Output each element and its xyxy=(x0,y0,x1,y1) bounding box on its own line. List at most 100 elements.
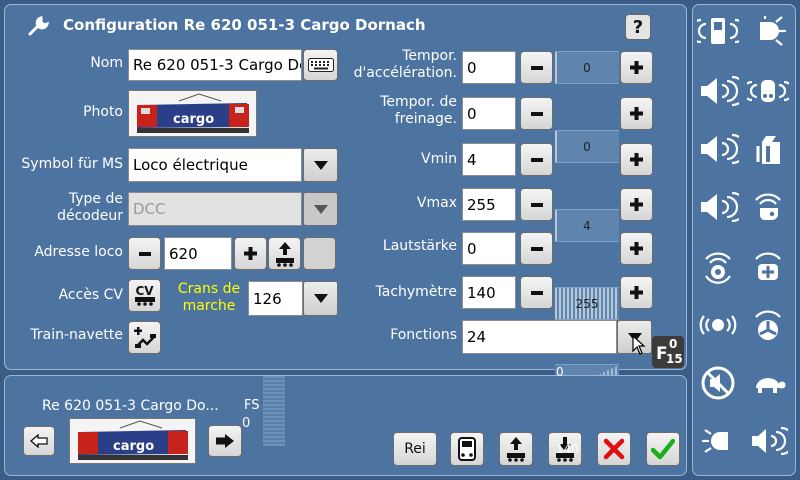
plus-icon xyxy=(630,286,643,299)
read-address-button[interactable] xyxy=(268,237,301,270)
function-button-f14[interactable] xyxy=(695,419,741,463)
tacho-increment-button[interactable] xyxy=(620,276,653,309)
close-icon xyxy=(603,438,625,460)
brake-field[interactable]: 0 xyxy=(462,97,516,130)
brake-decrement-button[interactable] xyxy=(520,97,553,130)
brake-increment-button[interactable] xyxy=(620,97,653,130)
keyboard-button[interactable] xyxy=(303,49,338,81)
function-button-f9[interactable] xyxy=(745,245,791,289)
vmin-slider[interactable]: 4 xyxy=(555,209,619,242)
locomotive-image: cargo xyxy=(70,419,195,463)
function-button-f8[interactable] xyxy=(695,245,741,289)
current-loco-photo[interactable]: cargo xyxy=(69,418,196,464)
shuttle-button[interactable] xyxy=(128,321,161,354)
photo-logo: cargo xyxy=(113,439,154,454)
tacho-slider-value: 140 xyxy=(556,442,579,456)
next-loco-button[interactable] xyxy=(208,425,242,457)
function-range-badge[interactable]: F 0 15 xyxy=(652,336,684,368)
functions-label: Fonctions xyxy=(390,327,457,343)
coupler-sound-icon xyxy=(755,252,781,280)
function-button-f4[interactable] xyxy=(695,127,741,171)
loco-photo[interactable]: cargo xyxy=(128,90,257,137)
address-field[interactable]: 620 xyxy=(164,237,232,270)
function-button-f0[interactable] xyxy=(695,9,741,53)
fs-value: 0 xyxy=(242,416,251,431)
locomotive-image: cargo xyxy=(129,91,256,136)
arrow-left-icon xyxy=(30,434,48,448)
function-button-f7[interactable] xyxy=(745,185,791,229)
tacho-decrement-button[interactable] xyxy=(520,276,553,309)
plus-icon xyxy=(630,61,643,74)
function-button-f5[interactable] xyxy=(745,127,791,171)
plus-icon xyxy=(630,198,643,211)
function-badge-end: 15 xyxy=(666,352,683,366)
vmin-slider-value: 4 xyxy=(583,218,591,233)
accel-label: Tempor. d'accélération. xyxy=(353,48,457,81)
accel-decrement-button[interactable] xyxy=(520,51,553,84)
function-button-f10[interactable] xyxy=(695,303,741,347)
function-button-f13[interactable] xyxy=(745,361,791,405)
volume-field[interactable]: 0 xyxy=(462,232,516,265)
accel-slider[interactable]: 0 xyxy=(555,51,619,84)
upload-loco-icon xyxy=(507,437,525,462)
function-button-f6[interactable] xyxy=(695,185,741,229)
pantograph-icon xyxy=(756,136,780,164)
vmax-decrement-button[interactable] xyxy=(520,188,553,221)
cancel-button[interactable] xyxy=(597,432,631,466)
function-button-f12[interactable] xyxy=(695,361,741,405)
previous-loco-button[interactable] xyxy=(23,426,55,456)
accel-field[interactable]: 0 xyxy=(462,51,516,84)
minus-icon xyxy=(530,65,543,70)
function-button-f1[interactable] xyxy=(745,9,791,53)
blank-button[interactable] xyxy=(303,237,336,270)
chevron-down-icon xyxy=(313,160,328,170)
plus-icon xyxy=(630,107,643,120)
address-decrement-button[interactable] xyxy=(128,237,161,270)
confirm-button[interactable] xyxy=(646,432,680,466)
steps-select[interactable]: 126 xyxy=(248,281,303,316)
vmin-label: Vmin xyxy=(421,151,457,167)
function-button-f15[interactable] xyxy=(745,419,791,463)
nom-label: Nom xyxy=(90,55,123,71)
brake-slider-fill xyxy=(555,131,557,162)
cv-button[interactable]: CV xyxy=(128,279,161,312)
whistle-icon xyxy=(755,193,781,220)
functions-select[interactable]: 24 xyxy=(462,320,617,354)
sound-radio-icon xyxy=(705,252,731,284)
wrench-icon xyxy=(28,16,50,36)
upload-loco-icon xyxy=(275,241,294,267)
vmin-increment-button[interactable] xyxy=(620,143,653,176)
sound-horn-icon xyxy=(701,75,739,107)
vmax-slider[interactable]: 255 xyxy=(555,287,619,320)
vmin-decrement-button[interactable] xyxy=(520,143,553,176)
tacho-field[interactable]: 140 xyxy=(462,276,516,309)
function-button-f2[interactable] xyxy=(695,69,741,113)
function-button-f11[interactable] xyxy=(745,303,791,347)
steps-label: Crans de marche xyxy=(177,281,241,314)
accel-increment-button[interactable] xyxy=(620,51,653,84)
rei-button[interactable]: Rei xyxy=(393,432,437,466)
loco-settings-button[interactable] xyxy=(450,432,484,466)
vmin-field[interactable]: 4 xyxy=(462,143,516,176)
decoder-dropdown-button xyxy=(303,192,338,226)
symbol-dropdown-button[interactable] xyxy=(303,148,338,182)
light-icon xyxy=(702,429,728,453)
photo-logo: cargo xyxy=(173,112,214,127)
vmax-field[interactable]: 255 xyxy=(462,188,516,221)
function-button-f3[interactable] xyxy=(745,69,791,113)
symbol-select[interactable]: Loco électrique xyxy=(128,148,302,182)
vmax-increment-button[interactable] xyxy=(620,188,653,221)
loco-small-icon xyxy=(134,297,155,306)
brake-slider[interactable]: 0 xyxy=(555,130,619,163)
nom-field[interactable]: Re 620 051-3 Cargo Dornach xyxy=(128,49,302,81)
upload-loco-button[interactable] xyxy=(499,432,533,466)
volume-increment-button[interactable] xyxy=(620,232,653,265)
mouse-cursor-icon xyxy=(632,335,646,355)
steps-dropdown-button[interactable] xyxy=(303,281,338,316)
function-badge-start: 0 xyxy=(669,337,678,351)
fan-sound-icon xyxy=(755,310,781,340)
address-increment-button[interactable] xyxy=(234,237,267,270)
decoder-label: Type de décodeur xyxy=(57,191,123,224)
help-button[interactable]: ? xyxy=(625,14,651,40)
volume-decrement-button[interactable] xyxy=(520,232,553,265)
